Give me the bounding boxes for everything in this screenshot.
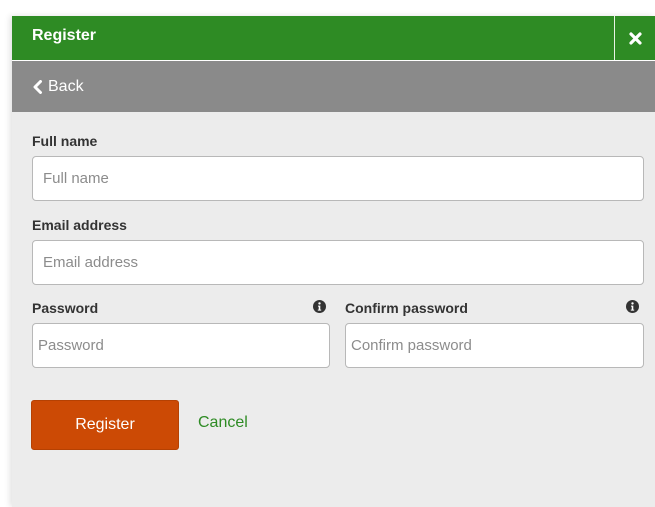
dialog-titlebar: Register xyxy=(12,16,655,60)
email-label: Email address xyxy=(32,217,127,233)
full-name-label: Full name xyxy=(32,133,98,149)
confirm-password-input[interactable] xyxy=(345,323,644,368)
full-name-input[interactable] xyxy=(32,156,644,201)
back-button[interactable]: Back xyxy=(32,61,84,113)
confirm-password-info-icon[interactable] xyxy=(626,300,639,313)
back-label: Back xyxy=(48,78,84,95)
confirm-password-label: Confirm password xyxy=(345,300,468,316)
email-input[interactable] xyxy=(32,240,644,285)
register-dialog: Register Back Full name Email address Pa… xyxy=(12,16,655,507)
close-button[interactable] xyxy=(614,16,655,60)
dialog-navbar: Back xyxy=(12,60,655,112)
chevron-left-icon xyxy=(33,80,42,94)
password-input[interactable] xyxy=(32,323,330,368)
register-button[interactable]: Register xyxy=(31,400,179,450)
cancel-link[interactable]: Cancel xyxy=(198,414,248,432)
password-info-icon[interactable] xyxy=(313,300,326,313)
close-icon xyxy=(628,31,642,45)
dialog-title: Register xyxy=(32,27,97,44)
password-label: Password xyxy=(32,300,99,316)
